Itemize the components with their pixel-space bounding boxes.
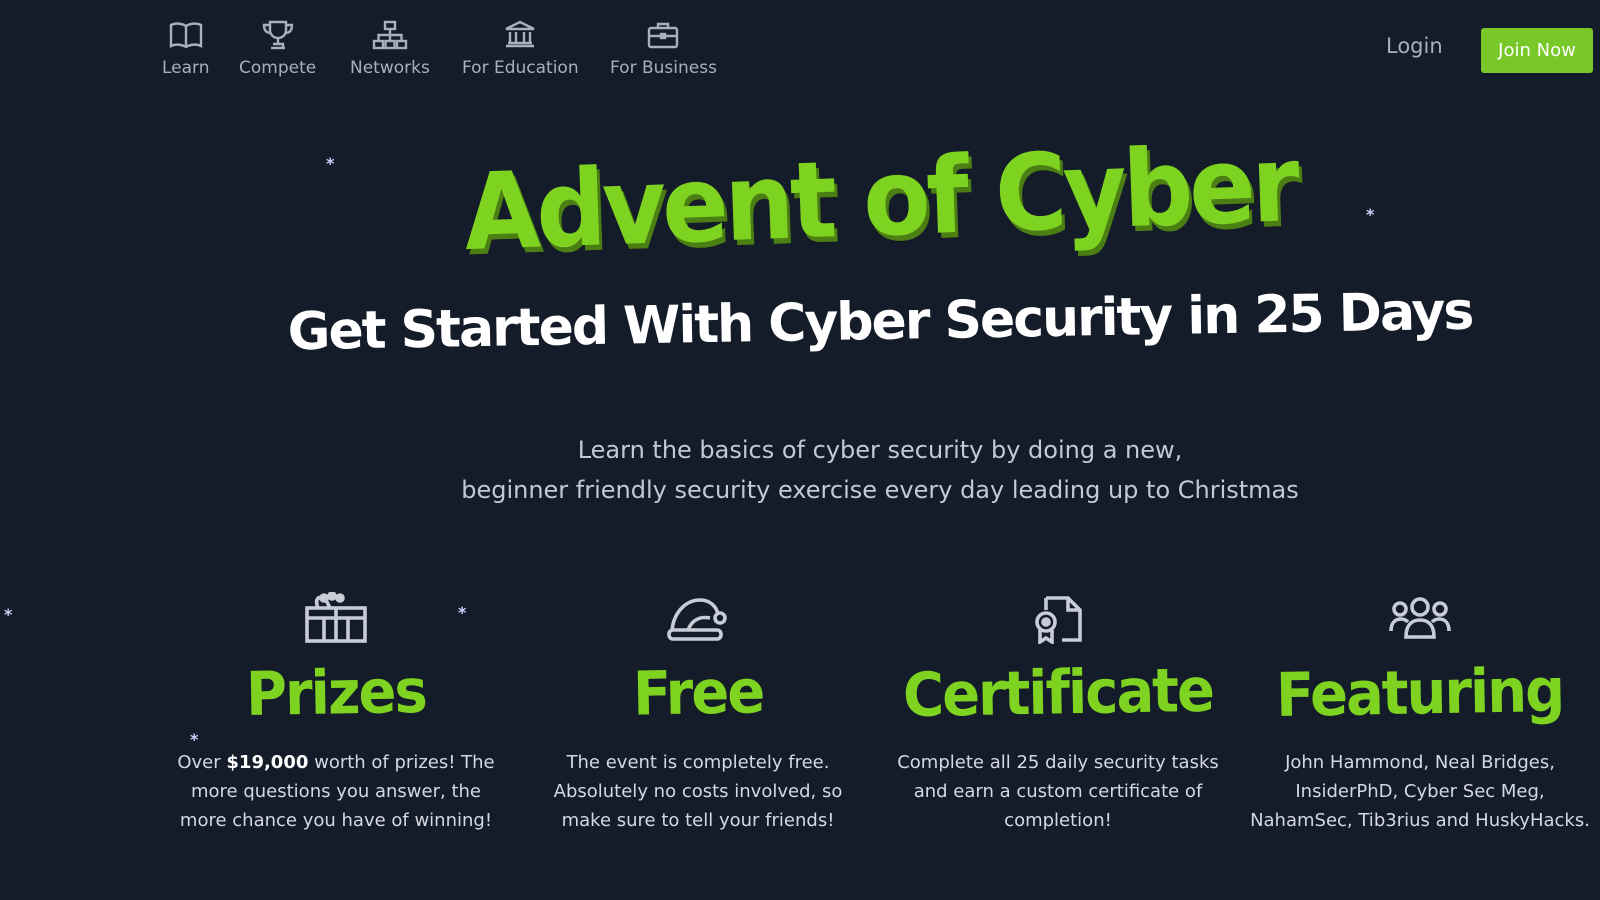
trophy-icon <box>260 18 296 52</box>
santa-hat-icon <box>666 590 730 646</box>
feature-title-certificate: Certificate <box>902 655 1214 732</box>
page: Learn Compete Networks For Education For… <box>0 0 1600 900</box>
snowflake-decoration: * <box>326 154 335 173</box>
snowflake-decoration: * <box>458 603 467 622</box>
nav-label-compete: Compete <box>239 58 317 78</box>
nav-item-learn[interactable]: Learn <box>162 18 210 78</box>
snowflake-decoration: * <box>4 605 13 624</box>
hero-description: Learn the basics of cyber security by do… <box>0 430 1600 510</box>
network-icon <box>372 18 408 52</box>
book-icon <box>168 18 204 52</box>
feature-certificate: Certificate Complete all 25 daily securi… <box>888 590 1228 835</box>
hero-subtitle: Get Started With Cyber Security in 25 Da… <box>287 281 1473 363</box>
feature-text-featuring: John Hammond, Neal Bridges, InsiderPhD, … <box>1250 752 1590 831</box>
nav-item-for-business[interactable]: For Business <box>610 18 717 78</box>
snowflake-decoration: * <box>190 730 199 749</box>
feature-featuring: Featuring John Hammond, Neal Bridges, In… <box>1250 590 1590 835</box>
feature-title-featuring: Featuring <box>1275 655 1565 732</box>
nav-label-for-business: For Business <box>610 58 717 78</box>
login-link[interactable]: Login <box>1386 34 1443 58</box>
nav-label-for-education: For Education <box>462 58 579 78</box>
nav-item-for-education[interactable]: For Education <box>462 18 579 78</box>
feature-text-certificate: Complete all 25 daily security tasks and… <box>897 752 1219 831</box>
nav-item-networks[interactable]: Networks <box>350 18 430 78</box>
feature-free: Free The event is completely free. Absol… <box>528 590 868 835</box>
prizes-amount: $19,000 <box>226 752 309 773</box>
feature-title-prizes: Prizes <box>245 656 427 731</box>
nav-item-compete[interactable]: Compete <box>239 18 316 78</box>
nav-label-networks: Networks <box>350 58 430 78</box>
nav-label-learn: Learn <box>162 58 210 78</box>
certificate-icon <box>1032 590 1084 646</box>
join-now-button[interactable]: Join Now <box>1481 28 1593 73</box>
snowflake-decoration: * <box>1366 205 1375 224</box>
hero-description-line-2: beginner friendly security exercise ever… <box>461 476 1299 504</box>
users-icon <box>1388 590 1452 646</box>
hero-description-line-1: Learn the basics of cyber security by do… <box>577 436 1183 464</box>
feature-text-free: The event is completely free. Absolutely… <box>553 752 843 831</box>
top-nav: Learn Compete Networks For Education For… <box>0 0 1600 96</box>
feature-text-prizes: Over $19,000 worth of prizes! The more q… <box>166 748 506 835</box>
briefcase-icon <box>645 18 681 52</box>
feature-prizes: Prizes Over $19,000 worth of prizes! The… <box>166 590 506 835</box>
gift-icon <box>304 590 368 646</box>
hero-title: Advent of Cyber <box>462 122 1298 276</box>
feature-title-free: Free <box>632 657 764 730</box>
institution-icon <box>502 18 538 52</box>
prizes-text-before: Over <box>177 752 227 773</box>
